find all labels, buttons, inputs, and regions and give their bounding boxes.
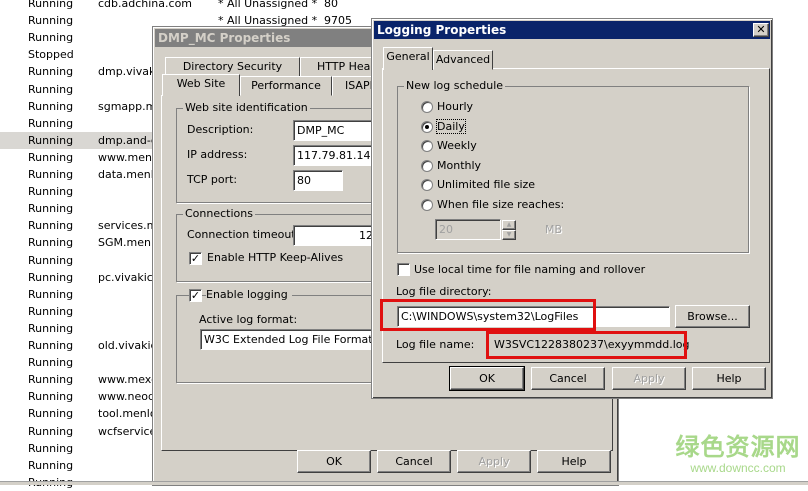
ip-label: IP address: [187,148,248,161]
tab-performance[interactable]: Performance [240,76,332,96]
group-label: Connections [183,207,255,220]
cancel-button[interactable]: Cancel [377,450,451,473]
radio-label: Monthly [437,158,482,172]
list-cell-status: Running [28,14,74,28]
log-name-label: Log file name: [396,338,475,351]
list-cell-status: Running [28,458,74,472]
list-cell-host: www.mexc [98,373,158,387]
highlight-log-dir [380,299,596,331]
list-cell-status: Running [28,185,74,199]
radio-daily[interactable] [421,120,433,133]
radio-monthly[interactable] [421,159,433,172]
list-cell-host: pc.vivakich [98,270,160,284]
list-cell-status: Running [28,441,74,455]
description-field[interactable]: DMP_MC [293,120,383,141]
local-time-label: Use local time for file naming and rollo… [414,263,646,276]
keepalive-label: Enable HTTP Keep-Alives [207,251,344,264]
timeout-field[interactable]: 120 [293,225,383,246]
radio-label: Daily [436,118,466,134]
list-cell-status: Running [28,65,74,79]
list-cell-status: Running [28,356,74,370]
radio-label: When file size reaches: [437,197,565,211]
list-cell-host: www.neod [98,390,155,404]
list-cell-host: tool.menlo [98,407,157,421]
help-button[interactable]: Help [537,450,611,473]
list-cell-host: services.m [98,219,158,233]
list-row[interactable]: Running cdb.adchina.com * All Unassigned *… [0,0,460,12]
list-cell-status: Running [28,407,74,421]
list-cell-status: Running [28,150,74,164]
list-cell-status: Stopped [28,48,74,62]
list-cell-host: dmp.and-c [98,133,157,147]
size-unit-label: MB [545,223,563,236]
watermark: 绿色资源网 www.downcc.com [668,433,808,475]
list-cell-status: Running [28,31,74,45]
list-cell-status: Running [28,321,74,335]
list-cell-host: cdb.adchina.com [98,0,193,10]
apply-button[interactable]: Apply [457,450,531,473]
group-label: Web site identification [183,101,310,114]
help-button[interactable]: Help [692,367,766,390]
ok-button[interactable]: OK [449,366,525,391]
radio-label: Unlimited file size [437,178,536,191]
enable-logging-checkbox[interactable]: ✓ [189,289,202,302]
status-bar [0,481,808,485]
radio-label: Hourly [437,100,474,113]
tcp-port-field[interactable]: 80 [293,170,343,191]
list-cell-status: Running [28,424,74,438]
list-cell-status: Running [28,287,74,301]
log-format-label: Active log format: [199,313,298,326]
log-format-select[interactable]: W3C Extended Log File Format [200,329,400,350]
list-cell-port: 80 [324,0,338,10]
list-cell-status: Running [28,390,74,404]
list-cell-status: Running [28,202,74,216]
radio-unlimited-file-size[interactable] [421,179,433,191]
dialog-title: Logging Properties [374,21,770,39]
timeout-label: Connection timeout: [187,228,300,241]
close-icon[interactable]: ✕ [753,23,769,37]
group-label: New log schedule [404,79,506,92]
watermark-url: www.downcc.com [690,461,786,475]
keepalive-checkbox[interactable]: ✓ [189,252,202,265]
list-cell-status: Running [28,0,74,10]
list-cell-status: Running [28,82,74,96]
tab-web-site[interactable]: Web Site [162,74,240,96]
radio-label: Weekly [437,139,477,152]
highlight-log-name [486,331,687,359]
spinner-up-icon: ▲ [502,220,516,230]
list-cell-status: Running [28,373,74,387]
size-field: 20 [435,219,501,240]
radio-weekly[interactable] [421,140,433,152]
ip-address-field[interactable]: 117.79.81.145 [293,145,383,166]
list-cell-ip: * All Unassigned * [218,0,318,10]
list-cell-status: Running [28,253,74,267]
list-cell-host: dmp.vivaki [98,65,159,79]
list-cell-host: wcfservice [98,424,157,438]
list-cell-status: Running [28,99,74,113]
list-cell-status: Running [28,236,74,250]
list-cell-status: Running [28,270,74,284]
spinner-down-icon: ▼ [502,230,516,240]
list-cell-status: Running [28,339,74,352]
browse-button[interactable]: Browse... [675,305,750,328]
description-label: Description: [187,123,254,136]
radio-when-file-size-reaches-[interactable] [421,198,433,211]
tab-advanced[interactable]: Advanced [433,50,493,70]
radio-hourly[interactable] [421,101,433,113]
list-cell-status: Running [28,168,74,181]
tab-http-headers[interactable]: HTTP Head [300,57,380,77]
watermark-cn: 绿色资源网 [675,433,801,461]
tcp-port-label: TCP port: [187,173,238,186]
list-cell-status: Running [28,219,74,233]
tab-general[interactable]: General [383,47,433,70]
local-time-checkbox[interactable] [397,263,410,276]
ok-button[interactable]: OK [297,450,371,473]
list-cell-status: Running [28,133,74,147]
cancel-button[interactable]: Cancel [531,367,605,390]
enable-logging-label: Enable logging [206,288,292,301]
log-dir-label: Log file directory: [396,285,492,298]
list-cell-status: Running [28,116,74,130]
apply-button[interactable]: Apply [612,367,686,390]
list-cell-status: Running [28,304,74,318]
